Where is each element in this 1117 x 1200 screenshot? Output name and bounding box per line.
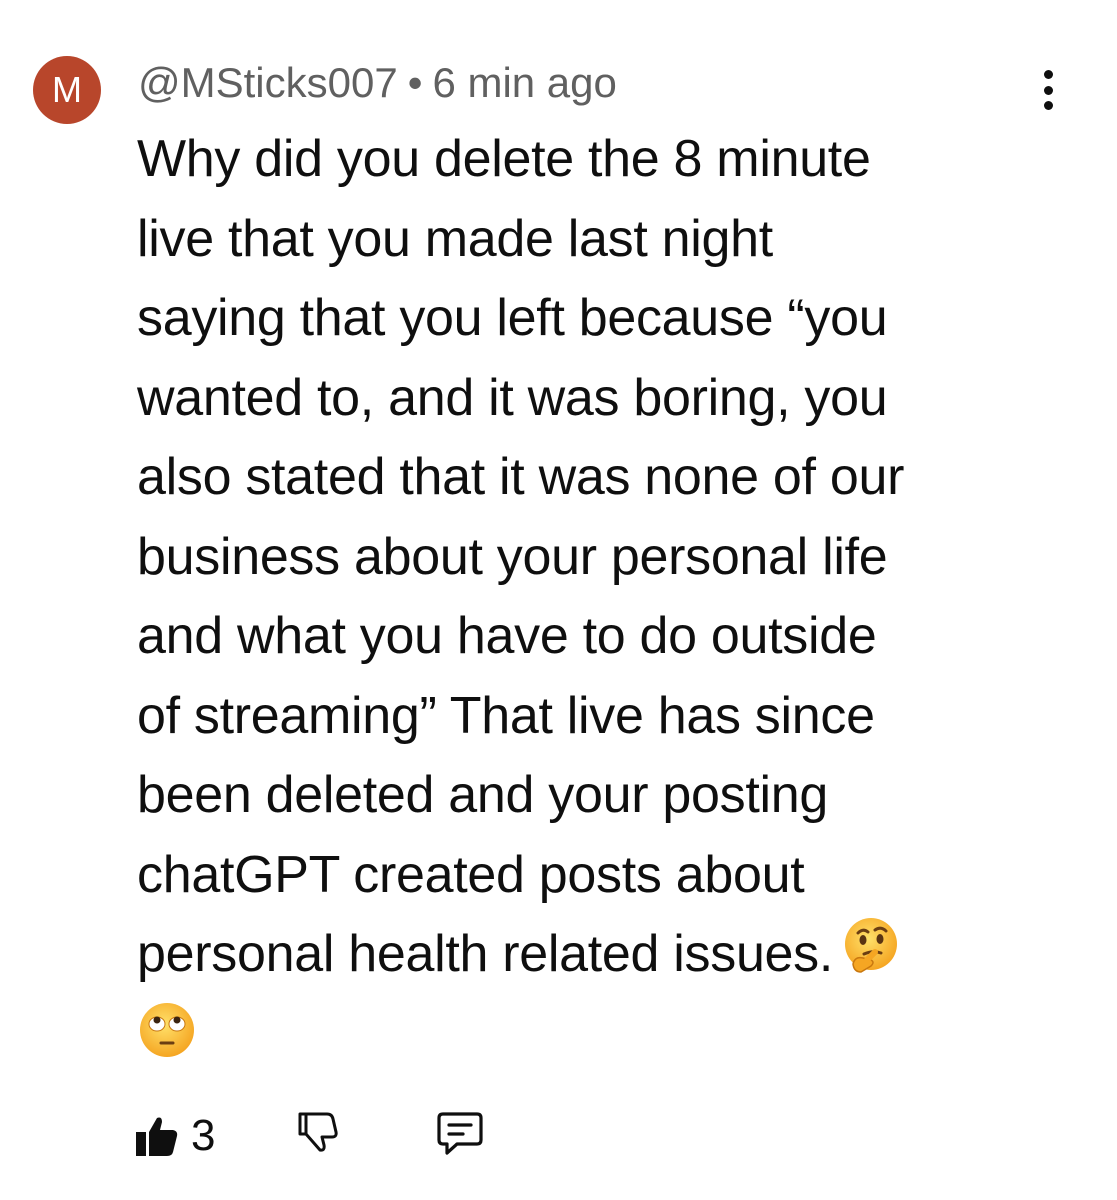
thinking-face-emoji [841,916,901,1000]
comment-time: 6 min ago [432,59,617,106]
dislike-button[interactable] [295,1108,341,1154]
reply-button[interactable] [435,1108,485,1158]
comment-emoji-line [137,999,1037,1083]
comment-line: personal health related issues. [137,925,834,983]
avatar[interactable]: M [33,56,101,124]
comment-text: Why did you delete the 8 minute live tha… [137,120,1037,1083]
comment-line: business about your personal life [137,527,888,586]
thumbs-up-filled-icon [136,1117,178,1156]
comment-line: chatGPT created posts about [137,845,805,904]
comment-line: Why did you delete the 8 minute [137,130,871,188]
avatar-letter: M [52,69,82,110]
author-handle[interactable]: @MSticks007 [138,59,398,106]
like-button[interactable]: 3 [135,1108,215,1164]
comment-line: saying that you left because “you [137,289,888,347]
comment-line-with-emoji: personal health related issues. [137,915,1037,999]
comment-line: wanted to, and it was boring, you [137,368,888,427]
comment-reply-icon [437,1112,483,1155]
meta-separator: • [407,59,423,106]
comment-line: and what you have to do outside [137,607,877,665]
comment-line: live that you made last night [137,209,773,268]
comment-line: of streaming” That live has since [137,686,875,745]
comment-line: also stated that it was none of our [137,448,905,506]
thumbs-down-outline-icon [298,1112,338,1152]
more-vertical-icon[interactable] [1032,70,1064,110]
like-count: 3 [191,1111,216,1160]
comment-line: been deleted and your posting [137,766,828,824]
comment-actions: 3 [135,1108,635,1164]
comment-header: @MSticks007 • 6 min ago [138,58,617,108]
eye-roll-emoji [137,1000,197,1084]
